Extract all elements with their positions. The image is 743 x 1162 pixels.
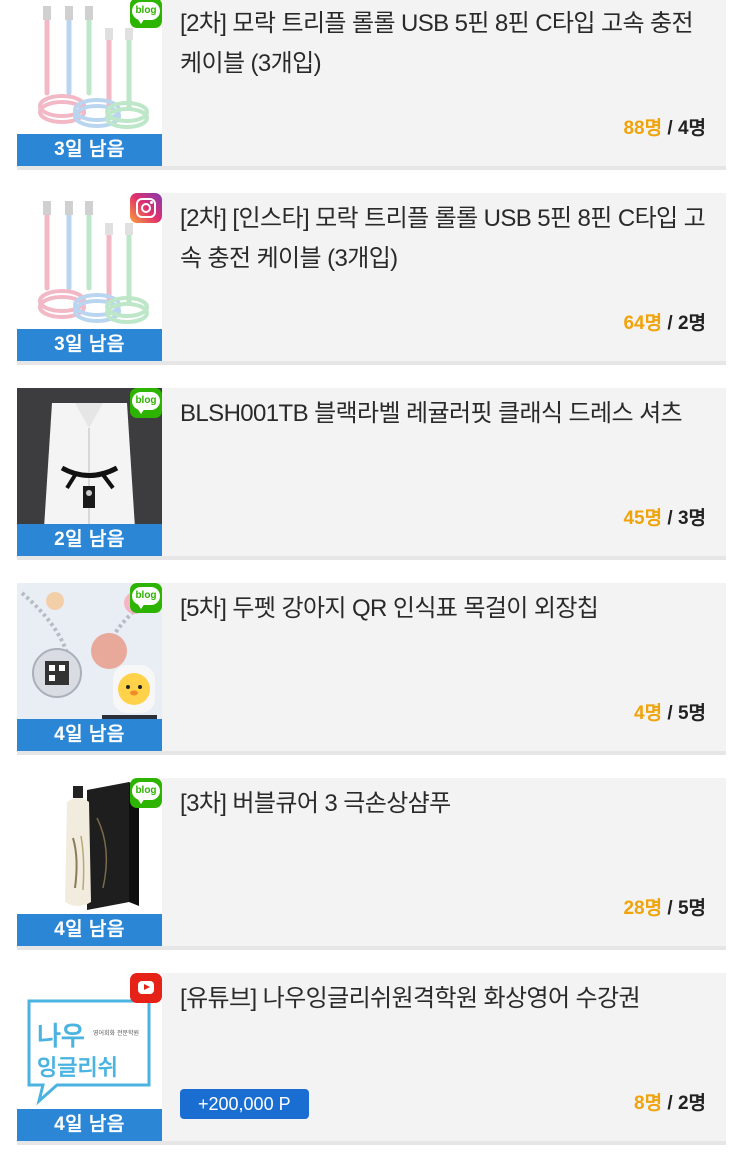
point-reward-badge: +200,000 P [180, 1089, 309, 1119]
logo-text-small: 영어회화 전문학원 [93, 1029, 139, 1037]
campaign-card[interactable]: blog 4일 남음 [3차] 버블큐어 3 극손상샴푸 28명 / 5명 [17, 778, 726, 950]
youtube-badge-icon [130, 973, 162, 1003]
applied-count: 88명 [623, 118, 663, 139]
applicant-count: 28명 / 5명 [623, 893, 706, 920]
campaign-card[interactable]: blog 4일 남음 [5차] 두펫 강아지 QR 인식표 목걸이 외장칩 4명… [17, 583, 726, 755]
campaign-card[interactable]: " 나우 영어회화 전문학원 잉글리쉬 4일 남음 [유튜브] 나우잉글리쉬원격… [17, 973, 726, 1145]
product-thumbnail[interactable]: blog 4일 남음 [17, 583, 162, 751]
logo-text-now: 나우 [37, 1022, 85, 1052]
campaign-title[interactable]: [5차] 두펫 강아지 QR 인식표 목걸이 외장칩 [180, 589, 710, 629]
logo-text-english: 잉글리쉬 [37, 1056, 118, 1081]
product-thumbnail[interactable]: " 나우 영어회화 전문학원 잉글리쉬 4일 남음 [17, 973, 162, 1141]
campaign-card[interactable]: 3일 남음 [2차] [인스타] 모락 트리플 롤롤 USB 5핀 8핀 C타입… [17, 193, 726, 365]
days-left-banner: 4일 남음 [17, 1109, 162, 1141]
applied-count: 8명 [634, 1093, 663, 1114]
applicant-count: 88명 / 4명 [623, 113, 706, 140]
blog-badge-icon: blog [130, 583, 162, 613]
capacity-count: / 2명 [667, 1093, 706, 1114]
campaign-list: blog 3일 남음 [2차] 모락 트리플 롤롤 USB 5핀 8핀 C타입 … [0, 0, 743, 1162]
product-thumbnail[interactable]: blog 4일 남음 [17, 778, 162, 946]
applied-count: 64명 [623, 313, 663, 334]
applied-count: 28명 [623, 898, 663, 919]
capacity-count: / 5명 [667, 703, 706, 724]
days-left-banner: 2일 남음 [17, 524, 162, 556]
blog-badge-icon: blog [130, 388, 162, 418]
days-left-banner: 3일 남음 [17, 134, 162, 166]
campaign-title[interactable]: [2차] 모락 트리플 롤롤 USB 5핀 8핀 C타입 고속 충전 케이블 (… [180, 4, 710, 84]
applied-count: 4명 [634, 703, 663, 724]
product-thumbnail[interactable]: blog 3일 남음 [17, 0, 162, 166]
campaign-title[interactable]: [유튜브] 나우잉글리쉬원격학원 화상영어 수강권 [180, 979, 710, 1019]
capacity-count: / 5명 [667, 898, 706, 919]
applicant-count: 4명 / 5명 [634, 698, 706, 725]
capacity-count: / 2명 [667, 313, 706, 334]
applied-count: 45명 [623, 508, 663, 529]
blog-badge-icon: blog [130, 0, 162, 28]
campaign-title[interactable]: [2차] [인스타] 모락 트리플 롤롤 USB 5핀 8핀 C타입 고속 충전… [180, 199, 710, 279]
product-thumbnail[interactable]: 3일 남음 [17, 193, 162, 361]
instagram-badge-icon [130, 193, 162, 223]
applicant-count: 8명 / 2명 [634, 1088, 706, 1115]
capacity-count: / 4명 [667, 118, 706, 139]
days-left-banner: 4일 남음 [17, 719, 162, 751]
applicant-count: 64명 / 2명 [623, 308, 706, 335]
campaign-card[interactable]: blog 3일 남음 [2차] 모락 트리플 롤롤 USB 5핀 8핀 C타입 … [17, 0, 726, 170]
campaign-title[interactable]: BLSH001TB 블랙라벨 레귤러핏 클래식 드레스 셔츠 [180, 394, 710, 434]
campaign-card[interactable]: blog 2일 남음 BLSH001TB 블랙라벨 레귤러핏 클래식 드레스 셔… [17, 388, 726, 560]
campaign-title[interactable]: [3차] 버블큐어 3 극손상샴푸 [180, 784, 710, 824]
blog-badge-icon: blog [130, 778, 162, 808]
days-left-banner: 4일 남음 [17, 914, 162, 946]
capacity-count: / 3명 [667, 508, 706, 529]
days-left-banner: 3일 남음 [17, 329, 162, 361]
applicant-count: 45명 / 3명 [623, 503, 706, 530]
product-thumbnail[interactable]: blog 2일 남음 [17, 388, 162, 556]
